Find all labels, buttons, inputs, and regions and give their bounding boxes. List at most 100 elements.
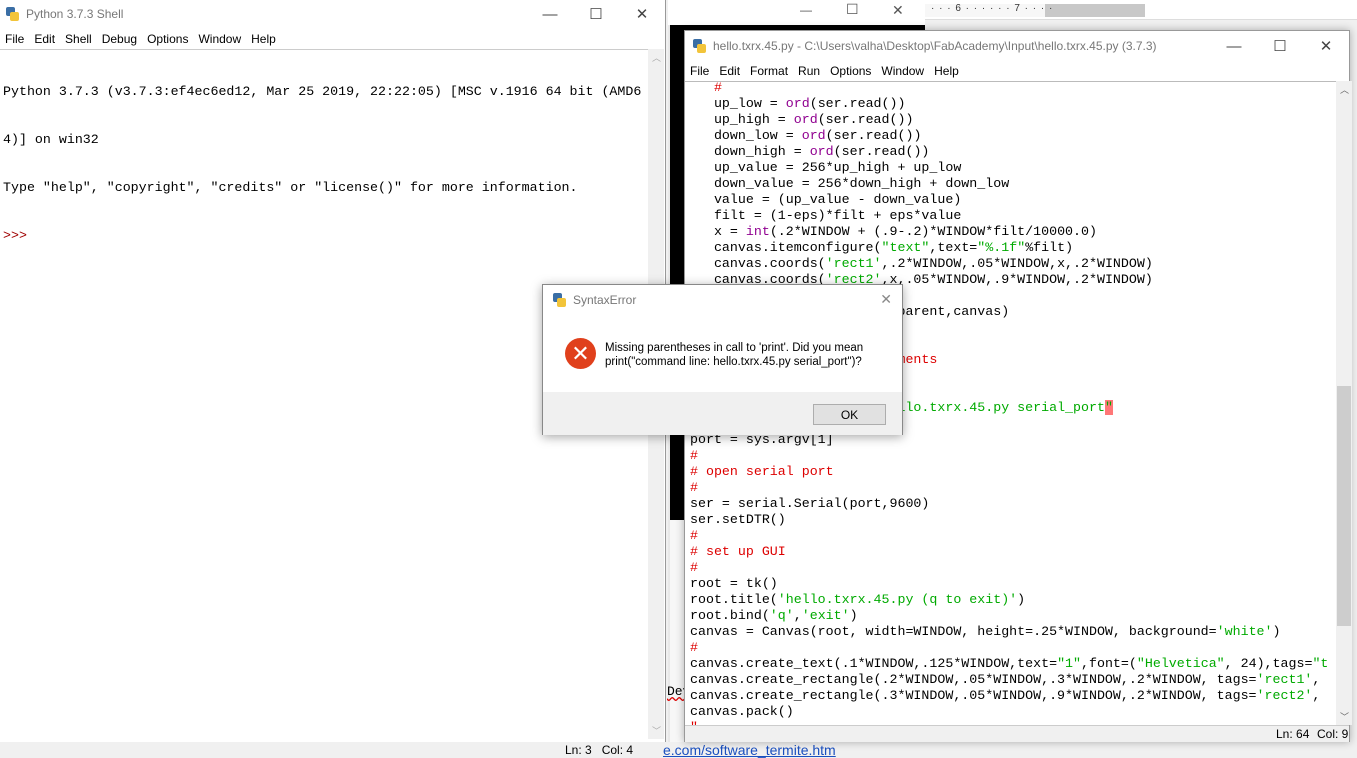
editor-scrollbar[interactable]: ︿ ﹀ xyxy=(1336,81,1352,725)
code-token: , xyxy=(1312,672,1321,687)
code-line: down_high = ord(ser.read()) xyxy=(690,144,1328,160)
code-token: (ser.read()) xyxy=(817,112,914,127)
scrollbar-thumb[interactable] xyxy=(1337,386,1351,626)
code-line: up_high = ord(ser.read()) xyxy=(690,112,1328,128)
code-token: filt = (1-eps)*filt + eps*value xyxy=(690,208,962,223)
code-line: # xyxy=(690,480,1328,496)
ruler-ticks: · · · 6 · · · · · · 7 · · · · xyxy=(931,3,1054,14)
menu-run[interactable]: Run xyxy=(797,64,821,78)
shell-menubar: File Edit Shell Debug Options Window Hel… xyxy=(0,29,665,49)
code-token: # open serial port xyxy=(690,464,834,479)
code-token: "%.1f" xyxy=(977,240,1026,255)
dialog-message-line: print("command line: hello.txrx.45.py se… xyxy=(605,356,862,368)
menu-edit[interactable]: Edit xyxy=(718,64,741,78)
menu-edit[interactable]: Edit xyxy=(33,32,56,46)
code-line: # set up GUI xyxy=(690,544,1328,560)
menu-file[interactable]: File xyxy=(689,64,710,78)
background-link[interactable]: e.com/software_termite.htm xyxy=(663,742,836,758)
code-token: up_high = xyxy=(690,112,794,127)
code-token: # set up GUI xyxy=(690,544,786,559)
close-icon[interactable]: ✕ xyxy=(892,2,904,19)
minimize-icon[interactable]: — xyxy=(800,3,812,17)
error-highlight: " xyxy=(1104,400,1113,415)
maximize-icon[interactable]: ☐ xyxy=(573,0,619,28)
minimize-icon[interactable]: — xyxy=(527,0,573,28)
code-token: # xyxy=(690,480,698,495)
menu-help[interactable]: Help xyxy=(250,32,277,46)
close-icon[interactable]: ✕ xyxy=(1303,31,1349,61)
maximize-icon[interactable]: ☐ xyxy=(846,1,859,18)
code-token: 'q' xyxy=(769,608,794,623)
code-line: up_value = 256*up_high + up_low xyxy=(690,160,1328,176)
code-token: canvas.coords( xyxy=(690,256,826,271)
code-line: # xyxy=(690,640,1328,656)
code-line: canvas.itemconfigure("text",text="%.1f"%… xyxy=(690,240,1328,256)
menu-options[interactable]: Options xyxy=(829,64,872,78)
code-line: root.title('hello.txrx.45.py (q to exit)… xyxy=(690,592,1328,608)
code-token: 'rect1' xyxy=(1256,672,1313,687)
menu-format[interactable]: Format xyxy=(749,64,789,78)
code-token: "1" xyxy=(1057,656,1082,671)
code-token: 'rect2' xyxy=(1256,688,1313,703)
minimize-icon[interactable]: — xyxy=(1211,31,1257,61)
code-line: canvas.create_rectangle(.3*WINDOW,.05*WI… xyxy=(690,688,1328,704)
code-token: # xyxy=(690,640,698,655)
maximize-icon[interactable]: ☐ xyxy=(1257,31,1303,61)
code-token: canvas = Canvas(root, width=WINDOW, heig… xyxy=(690,624,1217,639)
close-icon[interactable]: ✕ xyxy=(619,0,665,28)
code-line: down_value = 256*down_high + down_low xyxy=(690,176,1328,192)
shell-col-number: Col: 4 xyxy=(601,743,634,757)
menu-window[interactable]: Window xyxy=(197,32,242,46)
editor-col-number: Col: 9 xyxy=(1317,727,1349,741)
ok-button[interactable]: OK xyxy=(813,404,886,425)
background-scroll-area xyxy=(670,520,684,742)
code-token: (ser.read()) xyxy=(809,96,906,111)
code-token: ,font=( xyxy=(1081,656,1137,671)
code-line: up_low = ord(ser.read()) xyxy=(690,96,1328,112)
scroll-up-icon[interactable]: ︿ xyxy=(652,51,661,64)
code-line: root.bind('q','exit') xyxy=(690,608,1328,624)
code-token: (ser.read()) xyxy=(833,144,930,159)
code-token: down_low = xyxy=(690,128,802,143)
code-token: ord xyxy=(793,112,818,127)
code-token: ser = serial.Serial(port,9600) xyxy=(690,496,930,511)
dialog-footer: OK xyxy=(543,392,902,435)
shell-output-line: Python 3.7.3 (v3.7.3:ef4ec6ed12, Mar 25 … xyxy=(3,84,642,99)
menu-file[interactable]: File xyxy=(4,32,25,46)
code-token: value = (up_value - down_value) xyxy=(690,192,962,207)
menu-help[interactable]: Help xyxy=(933,64,960,78)
python-icon xyxy=(691,38,707,54)
scroll-up-icon[interactable]: ︿ xyxy=(1340,83,1349,96)
code-token: "Helvetica" xyxy=(1136,656,1225,671)
code-token: root = tk() xyxy=(690,576,778,591)
code-token: ord xyxy=(785,96,810,111)
code-line: ser = serial.Serial(port,9600) xyxy=(690,496,1328,512)
shell-output-line: Type "help", "copyright", "credits" or "… xyxy=(3,180,578,195)
code-line: # xyxy=(690,448,1328,464)
scroll-down-icon[interactable]: ﹀ xyxy=(652,724,661,737)
scroll-down-icon[interactable]: ﹀ xyxy=(1340,710,1349,723)
code-token: # xyxy=(690,560,698,575)
code-token: "t xyxy=(1312,656,1329,671)
code-line: canvas.pack() xyxy=(690,704,1328,720)
menu-debug[interactable]: Debug xyxy=(101,32,138,46)
menu-window[interactable]: Window xyxy=(880,64,925,78)
code-token: up_low = xyxy=(690,96,786,111)
shell-statusbar: Ln: 3 Col: 4 xyxy=(565,743,633,757)
code-line: ser.setDTR() xyxy=(690,512,1328,528)
code-line: filt = (1-eps)*filt + eps*value xyxy=(690,208,1328,224)
code-token: ,.2*WINDOW,.05*WINDOW,x,.2*WINDOW) xyxy=(881,256,1153,271)
code-token: ord xyxy=(809,144,834,159)
menu-options[interactable]: Options xyxy=(146,32,189,46)
code-token: ser.setDTR() xyxy=(690,512,786,527)
code-token: # xyxy=(690,528,698,543)
dialog-titlebar: SyntaxError ✕ xyxy=(543,285,902,315)
code-token: root.title( xyxy=(690,592,778,607)
code-token: canvas.itemconfigure( xyxy=(690,240,882,255)
code-line: canvas.create_text(.1*WINDOW,.125*WINDOW… xyxy=(690,656,1328,672)
menu-shell[interactable]: Shell xyxy=(64,32,93,46)
code-token: int xyxy=(745,224,770,239)
close-icon[interactable]: ✕ xyxy=(880,291,892,308)
code-token: 'hello.txrx.45.py (q to exit)' xyxy=(777,592,1018,607)
code-token: (ser.read()) xyxy=(825,128,922,143)
